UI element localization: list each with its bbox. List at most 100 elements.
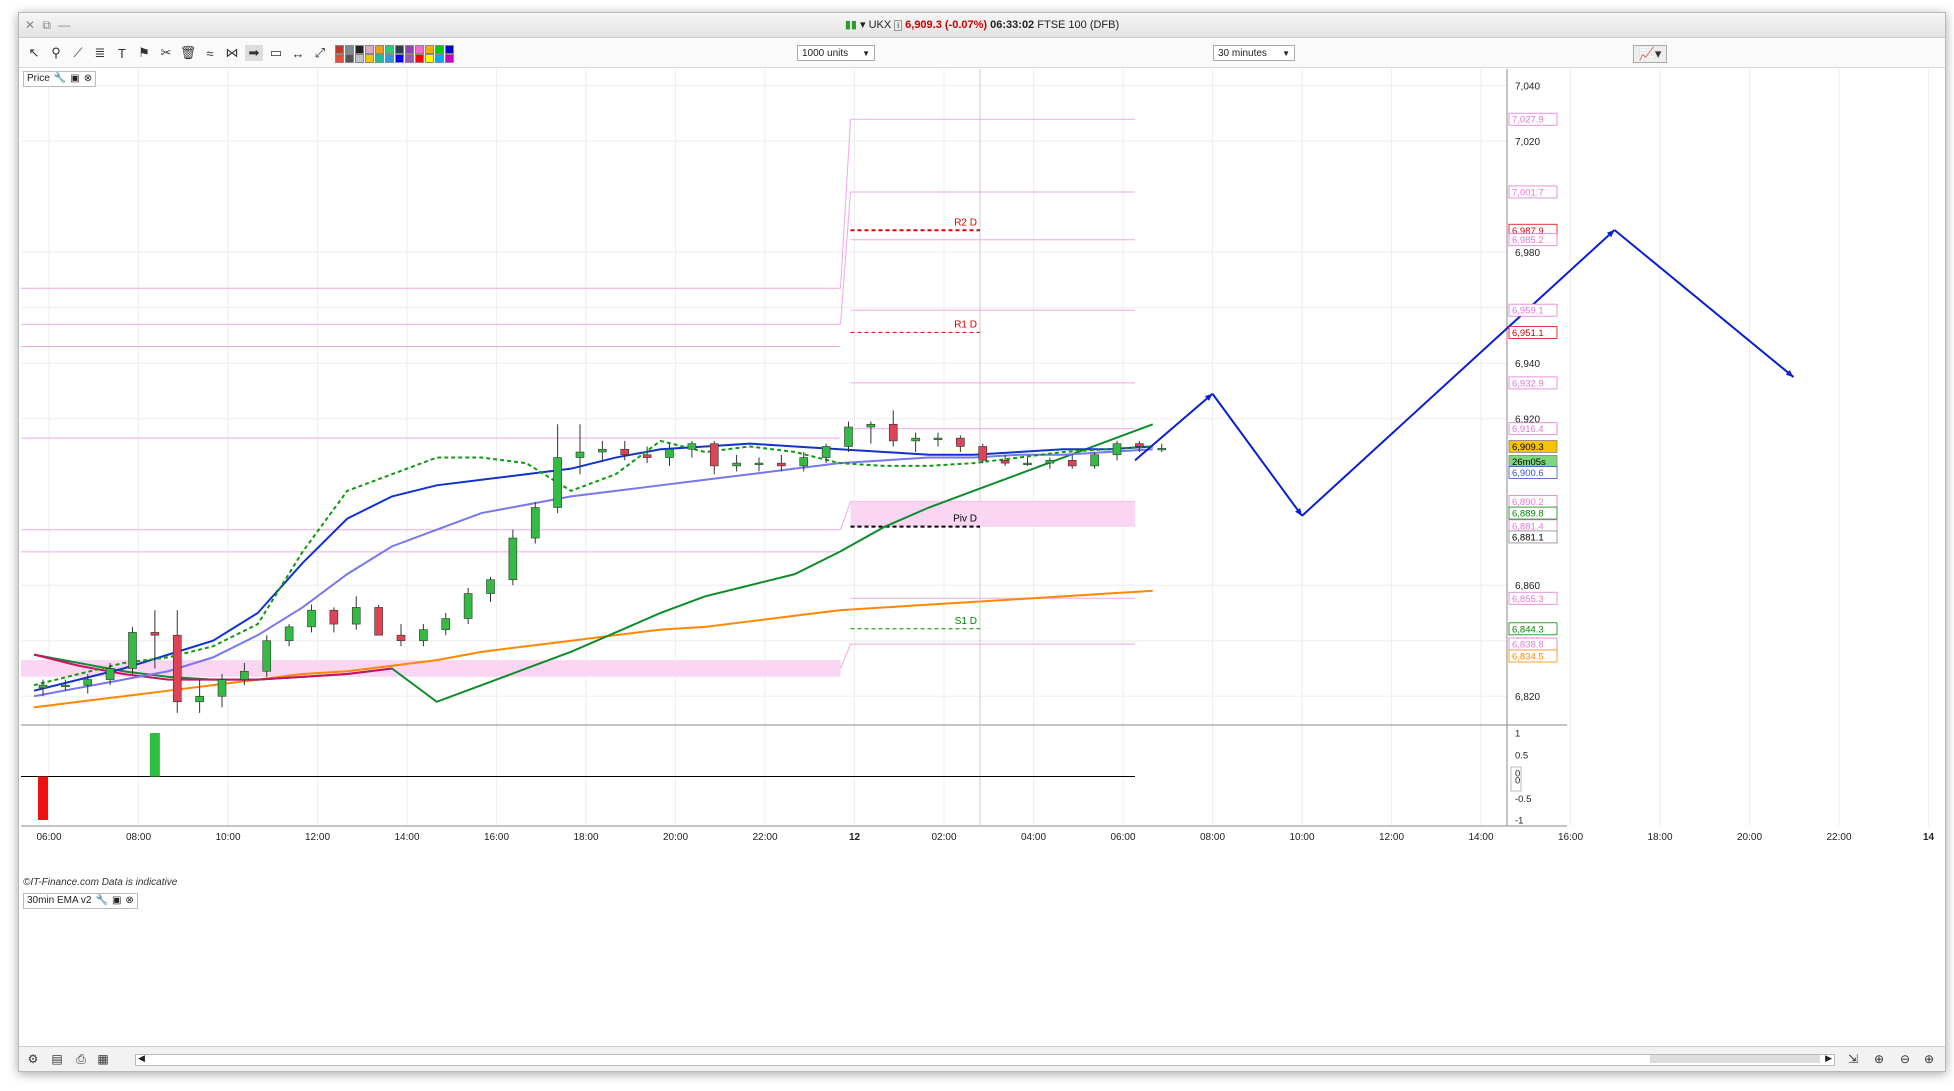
time-tick-label: 14:00	[394, 832, 419, 843]
color-swatch[interactable]	[395, 45, 404, 54]
candle-body	[866, 423, 876, 428]
zoom-out-icon[interactable]: ⊖	[1897, 1051, 1913, 1067]
shape-icon[interactable]: ▭	[267, 45, 285, 61]
ray-icon[interactable]: ⤢	[311, 45, 329, 61]
color-swatch[interactable]	[335, 54, 344, 63]
wrench-icon[interactable]: 🔧	[95, 894, 107, 908]
scroll-thumb[interactable]	[1650, 1055, 1820, 1063]
color-swatch[interactable]	[425, 45, 434, 54]
print-icon[interactable]: ⎙	[73, 1051, 89, 1067]
time-tick-label: 20:00	[1737, 832, 1762, 843]
hline-icon[interactable]: ↔	[289, 45, 307, 61]
candle-body	[620, 448, 630, 456]
candle-body	[687, 443, 697, 450]
time-tick-label: 10:00	[215, 832, 240, 843]
interval-value: 30 minutes	[1218, 48, 1267, 59]
trendline-icon[interactable]: ⟋	[69, 45, 87, 61]
candle-body	[486, 579, 495, 594]
color-swatch[interactable]	[355, 45, 364, 54]
color-swatch[interactable]	[385, 54, 394, 63]
color-swatch[interactable]	[365, 54, 374, 63]
price-tag-label: 6,932.9	[1512, 378, 1544, 389]
text-tool-icon[interactable]: T	[113, 45, 131, 61]
candle-body	[888, 423, 898, 442]
color-palette[interactable]	[335, 45, 460, 63]
wrench-icon[interactable]: 🔧	[54, 72, 66, 86]
color-swatch[interactable]	[345, 45, 354, 54]
color-swatch[interactable]	[405, 54, 414, 63]
color-swatch[interactable]	[435, 54, 444, 63]
color-swatch[interactable]	[425, 54, 434, 63]
ema-tick-label: -1	[1515, 816, 1523, 827]
price-tag-label: 6,985.2	[1512, 235, 1544, 246]
time-tick-label: 16:00	[1558, 832, 1583, 843]
color-swatch[interactable]	[435, 45, 444, 54]
candle-body	[329, 609, 339, 625]
candle-body	[128, 632, 137, 669]
time-tick-label: 08:00	[1200, 832, 1225, 843]
candle-body	[665, 448, 674, 458]
pattern-icon[interactable]: ⋈	[223, 45, 241, 61]
time-tick-label: 12:00	[1379, 832, 1404, 843]
color-swatch[interactable]	[365, 45, 374, 54]
pointer-icon[interactable]: ↖	[25, 45, 43, 61]
tools-icon[interactable]: ✂	[157, 45, 175, 61]
zoom-in-icon[interactable]: ⊕	[1921, 1051, 1937, 1067]
layout-icon[interactable]: ▦	[95, 1051, 111, 1067]
candle-body	[284, 626, 294, 642]
time-tick-label: 20:00	[663, 832, 688, 843]
color-swatch[interactable]	[415, 45, 424, 54]
color-swatch[interactable]	[375, 45, 384, 54]
price-tag-label: 6,855.3	[1512, 594, 1544, 605]
chart-type-icon[interactable]: 📈▾	[1633, 45, 1667, 63]
ema-pane-label: 30min EMA v2	[27, 895, 92, 906]
scroll-left-icon[interactable]: ◀	[138, 1053, 145, 1064]
alert-icon[interactable]: ⚑	[135, 45, 153, 61]
color-swatch[interactable]	[445, 54, 454, 63]
autoscale-icon[interactable]: ⇲	[1845, 1051, 1861, 1067]
template-icon[interactable]: ▤	[49, 1051, 65, 1067]
pivot-step	[840, 501, 851, 530]
color-swatch[interactable]	[445, 45, 454, 54]
color-swatch[interactable]	[335, 45, 344, 54]
interval-select[interactable]: 30 minutes ▼	[1213, 45, 1295, 61]
color-swatch[interactable]	[345, 54, 354, 63]
arrow-tool-icon[interactable]: ➡	[245, 45, 263, 61]
candle-body	[709, 443, 719, 467]
price-tag-label: 6,881.1	[1512, 532, 1544, 543]
zoom-fit-icon[interactable]: ⊕	[1871, 1051, 1887, 1067]
color-swatch[interactable]	[395, 54, 404, 63]
color-swatch[interactable]	[405, 45, 414, 54]
window-icon[interactable]: ▣	[70, 72, 79, 86]
channel-icon[interactable]: ≈	[201, 45, 219, 61]
color-swatch[interactable]	[415, 54, 424, 63]
instrument-name: FTSE 100 (DFB)	[1037, 19, 1120, 31]
scroll-right-icon[interactable]: ▶	[1825, 1053, 1832, 1064]
color-swatch[interactable]	[355, 54, 364, 63]
horizontal-scrollbar[interactable]: ◀ ▶	[135, 1053, 1835, 1066]
delete-icon[interactable]: 🗑	[179, 45, 197, 61]
units-select[interactable]: 1000 units ▼	[797, 45, 875, 61]
color-swatch[interactable]	[385, 45, 394, 54]
fibonacci-icon[interactable]: ≣	[91, 45, 109, 61]
dropdown-arrow-icon[interactable]: ▾	[860, 19, 866, 31]
candle-body	[441, 618, 451, 630]
close-icon[interactable]: ⊗	[125, 894, 133, 908]
zoom-icon[interactable]: ⚲	[47, 45, 65, 61]
candle-body	[419, 629, 428, 642]
chart-settings-icon[interactable]: ⚙	[25, 1051, 41, 1067]
ema-tick-label: 0.5	[1515, 750, 1528, 761]
info-icon[interactable]: i	[894, 20, 903, 31]
color-swatch[interactable]	[375, 54, 384, 63]
price-tag-label: 6,951.1	[1512, 328, 1544, 339]
chart-area[interactable]: 06:00 08:00 10:00 12:00 14:00 16:00 18:00 20:00…	[19, 69, 1945, 1051]
time-tick-label: 08:00	[126, 832, 151, 843]
candle-body	[844, 426, 853, 447]
close-icon[interactable]: ⊗	[84, 72, 92, 86]
time-tick-label: 14	[1923, 832, 1935, 843]
candle-body	[911, 437, 920, 442]
title-bar: ✕ ⧉ — ▮▮ ▾ UKX i 6,909.3 (-0.07%) 06:33:…	[19, 13, 1945, 38]
window-icon[interactable]: ▣	[112, 894, 121, 908]
time-tick-label: 14:00	[1468, 832, 1493, 843]
price-tick-label: 7,020	[1515, 137, 1540, 148]
